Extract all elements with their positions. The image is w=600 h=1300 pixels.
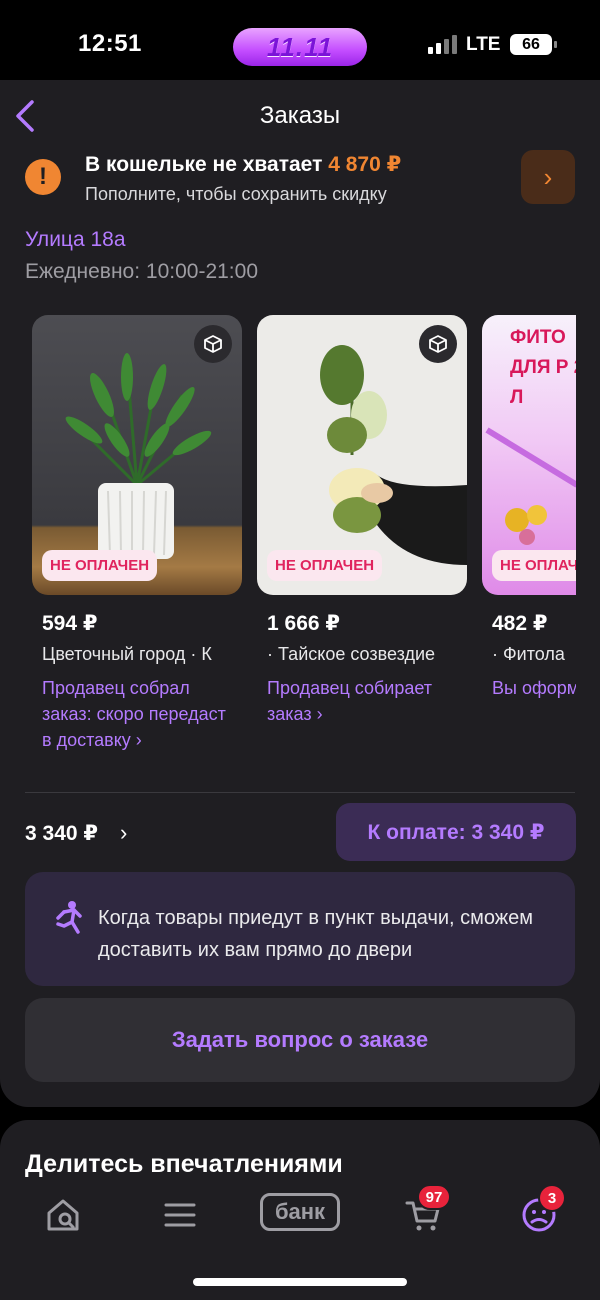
order-total[interactable]: 3 340 ₽: [25, 821, 98, 846]
status-time: 12:51: [78, 30, 142, 57]
wallet-shortfall-amount: 4 870 ₽: [328, 153, 402, 176]
network-type: LTE: [466, 34, 501, 55]
product-image[interactable]: ФИТО ДЛЯ Р 2 Л НЕ ОПЛАЧЕН: [482, 315, 576, 595]
pay-button[interactable]: К оплате: 3 340 ₽: [336, 803, 576, 861]
product-price: 1 666 ₽: [267, 612, 340, 635]
chevron-right-icon[interactable]: ›: [120, 820, 127, 846]
pickup-hours: Ежедневно: 10:00-21:00: [25, 260, 258, 283]
wallet-topup-button[interactable]: ›: [521, 150, 575, 204]
battery-icon: 66: [510, 34, 557, 55]
wallet-alert-title: В кошельке не хватает 4 870 ₽: [85, 152, 401, 177]
product-carousel[interactable]: НЕ ОПЛАЧЕН 594 ₽ Цветочный город · К Про…: [32, 315, 576, 795]
menu-icon: [164, 1203, 196, 1227]
order-box-icon[interactable]: [419, 325, 457, 363]
product-status-link[interactable]: Продавец собрал заказ: скоро передаст в …: [32, 675, 232, 753]
divider: [25, 792, 575, 793]
home-search-icon: [47, 1199, 79, 1231]
runner-icon: [56, 901, 82, 934]
product-card[interactable]: ФИТО ДЛЯ Р 2 Л НЕ ОПЛАЧЕН 482 ₽ · Фитола…: [482, 315, 576, 701]
unpaid-badge: НЕ ОПЛАЧЕН: [267, 550, 383, 581]
order-box-icon[interactable]: [194, 325, 232, 363]
unpaid-badge: НЕ ОПЛАЧЕН: [492, 550, 576, 581]
product-image[interactable]: НЕ ОПЛАЧЕН: [257, 315, 467, 595]
exclamation-icon: !: [25, 159, 61, 195]
page-title: Заказы: [259, 102, 341, 129]
tab-bank[interactable]: банк: [260, 1193, 340, 1231]
home-indicator: [193, 1278, 407, 1286]
wallet-alert-text: В кошельке не хватает: [85, 153, 323, 176]
signal-icon: [428, 34, 458, 54]
order-card: Заказы ! В кошельке не хватает 4 870 ₽ П…: [0, 80, 600, 1107]
cart-count-badge: 97: [417, 1184, 451, 1210]
tab-home[interactable]: [38, 1190, 88, 1240]
share-section-title: Делитесь впечатлениями: [25, 1150, 343, 1178]
product-card[interactable]: НЕ ОПЛАЧЕН 1 666 ₽ · Тайское созвездие П…: [257, 315, 467, 727]
unpaid-badge: НЕ ОПЛАЧЕН: [42, 550, 158, 581]
pickup-address[interactable]: Улица 18а: [25, 228, 126, 252]
product-status-link[interactable]: Продавец собирает заказ ›: [257, 675, 457, 727]
promo-badge[interactable]: 11.11: [233, 28, 367, 66]
product-card[interactable]: НЕ ОПЛАЧЕН 594 ₽ Цветочный город · К Про…: [32, 315, 242, 753]
wallet-alert-subtitle: Пополните, чтобы сохранить скидку: [85, 184, 387, 204]
delivery-info-text: Когда товары приедут в пункт выдачи, смо…: [98, 907, 534, 961]
product-name: Цветочный город · К: [42, 644, 212, 664]
chevron-right-icon: ›: [543, 161, 553, 192]
product-price: 482 ₽: [492, 612, 548, 635]
status-bar: 12:51 11.11 LTE 66: [0, 0, 600, 92]
tab-catalog[interactable]: [155, 1190, 205, 1240]
product-status-link[interactable]: Вы оформ заказ ›: [482, 675, 576, 701]
delivery-info-banner[interactable]: Когда товары приедут в пункт выдачи, смо…: [25, 872, 575, 986]
product-name: · Фитола: [492, 644, 565, 664]
product-image[interactable]: НЕ ОПЛАЧЕН: [32, 315, 242, 595]
profile-notification-badge: 3: [538, 1184, 566, 1212]
product-name: · Тайское созвездие: [267, 644, 436, 664]
product-price: 594 ₽: [42, 612, 98, 635]
ask-question-button[interactable]: Задать вопрос о заказе: [25, 998, 575, 1082]
